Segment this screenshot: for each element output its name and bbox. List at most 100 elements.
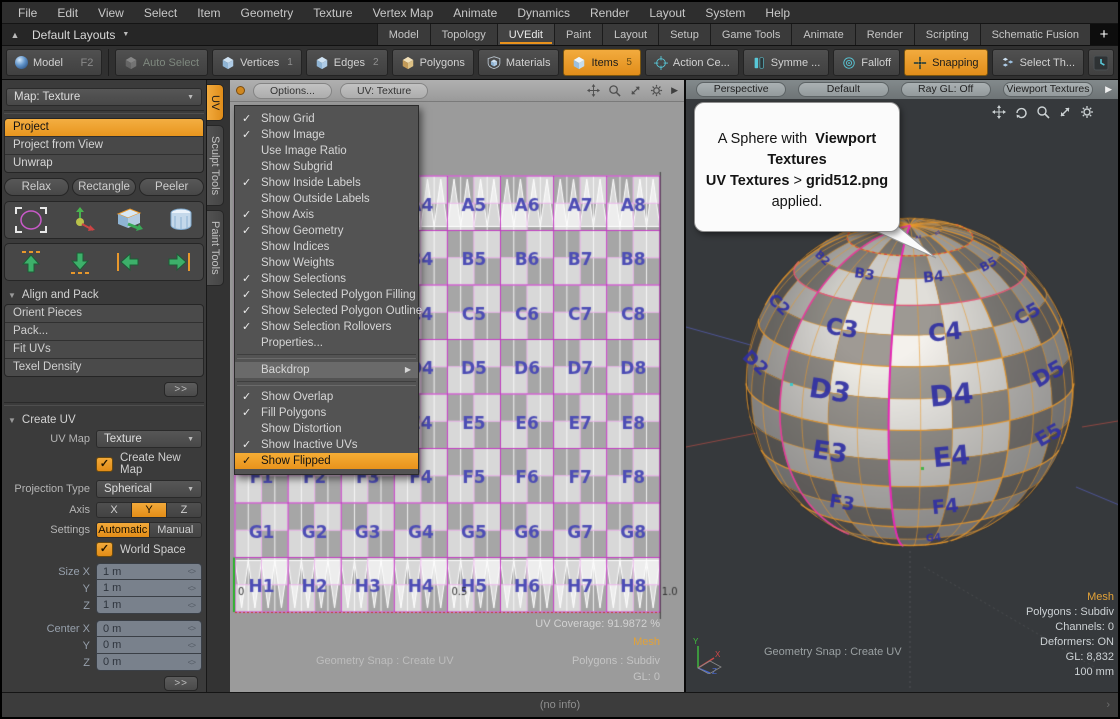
- center-field[interactable]: 0 m<>: [96, 654, 202, 671]
- layout-tab[interactable]: Render: [855, 24, 914, 45]
- collapse-layouts-icon[interactable]: ▲: [2, 30, 28, 40]
- spinner-icon[interactable]: <>: [188, 624, 195, 633]
- align-pack-command[interactable]: Fit UVs: [5, 341, 203, 359]
- context-menu-item[interactable]: ✓ Use Image Ratio ▶: [235, 143, 418, 159]
- header-chevron-icon[interactable]: ▶: [1105, 84, 1112, 95]
- uv-map-selector[interactable]: Texture▼: [96, 430, 202, 448]
- shading-style-button[interactable]: Default: [798, 82, 888, 97]
- menu-layout[interactable]: Layout: [639, 3, 695, 23]
- menu-select[interactable]: Select: [134, 3, 187, 23]
- edges-mode-button[interactable]: Edges2: [306, 49, 388, 76]
- menu-file[interactable]: File: [8, 3, 47, 23]
- layout-tab[interactable]: Animate: [791, 24, 854, 45]
- options-button[interactable]: Options...: [253, 83, 332, 99]
- menu-geometry[interactable]: Geometry: [231, 3, 304, 23]
- uv-map-button[interactable]: UV: Texture: [340, 83, 428, 99]
- maximize-icon[interactable]: [629, 84, 642, 97]
- context-menu-item[interactable]: ✓ Show Indices ▶: [235, 239, 418, 255]
- snapping-button[interactable]: Snapping: [904, 49, 988, 76]
- zoom-icon[interactable]: [1036, 105, 1050, 119]
- layout-tab[interactable]: Schematic Fusion: [980, 24, 1090, 45]
- menu-system[interactable]: System: [695, 3, 755, 23]
- spinner-icon[interactable]: <>: [188, 584, 195, 593]
- auto-select-button[interactable]: Auto Select: [115, 49, 208, 76]
- menu-item[interactable]: Item: [187, 3, 230, 23]
- vertices-mode-button[interactable]: Vertices1: [212, 49, 302, 76]
- context-menu-item[interactable]: ✓ Show Weights ▶: [235, 255, 418, 271]
- projection-type-selector[interactable]: Spherical▼: [96, 480, 202, 498]
- center-field[interactable]: 0 m<>: [96, 637, 202, 654]
- falloff-button[interactable]: Falloff: [833, 49, 900, 76]
- move-down-button[interactable]: [56, 247, 103, 277]
- layout-tab[interactable]: Layout: [602, 24, 658, 45]
- context-menu-item[interactable]: ✓ Fill Polygons ▶: [235, 405, 418, 421]
- menu-view[interactable]: View: [88, 3, 134, 23]
- menu-edit[interactable]: Edit: [47, 3, 88, 23]
- menu-texture[interactable]: Texture: [303, 3, 362, 23]
- tool-category-tab[interactable]: UV: [207, 84, 224, 121]
- uv-tool-button[interactable]: Rectangle: [72, 178, 137, 196]
- align-pack-section-header[interactable]: ▼ Align and Pack: [8, 289, 200, 301]
- action-center-button[interactable]: Action Ce...: [645, 49, 739, 76]
- zoom-icon[interactable]: [608, 84, 621, 97]
- context-menu-item[interactable]: ✓ Properties... ▶: [235, 335, 418, 351]
- context-menu-item[interactable]: ✓ ▶: [237, 354, 416, 359]
- view-type-button[interactable]: Perspective: [696, 82, 786, 97]
- move-left-button[interactable]: [105, 247, 152, 277]
- gear-icon[interactable]: [1080, 105, 1094, 119]
- rotate-icon[interactable]: [1014, 105, 1028, 119]
- spinner-icon[interactable]: <>: [188, 567, 195, 576]
- size-field[interactable]: 1 m<>: [96, 580, 202, 597]
- context-menu-item[interactable]: ✓ Show Selected Polygon Outline ▶: [235, 303, 418, 319]
- context-menu-item[interactable]: ✓ Show Selected Polygon Filling ▶: [235, 287, 418, 303]
- layout-tab[interactable]: Scripting: [914, 24, 980, 45]
- move-up-button[interactable]: [7, 247, 54, 277]
- status-scroll-icon[interactable]: ›: [1106, 699, 1110, 711]
- settings-option[interactable]: Manual: [150, 523, 202, 537]
- axis-option[interactable]: Z: [167, 503, 201, 517]
- menu-render[interactable]: Render: [580, 3, 639, 23]
- layout-tab[interactable]: Paint: [554, 24, 602, 45]
- spinner-icon[interactable]: <>: [188, 641, 195, 650]
- ray-gl-button[interactable]: Ray GL: Off: [901, 82, 991, 97]
- vertex-map-selector[interactable]: Map: Texture▼: [6, 88, 202, 106]
- symmetry-button[interactable]: Symme ...: [743, 49, 830, 76]
- cylinder-projection-tool[interactable]: [154, 205, 201, 235]
- move-right-button[interactable]: [154, 247, 201, 277]
- axis-option[interactable]: Y: [132, 503, 167, 517]
- align-pack-command[interactable]: Pack...: [5, 323, 203, 341]
- layout-tab[interactable]: UVEdit: [497, 24, 554, 45]
- pan-icon[interactable]: [992, 105, 1006, 119]
- menu-dynamics[interactable]: Dynamics: [507, 3, 580, 23]
- menu-animate[interactable]: Animate: [443, 3, 507, 23]
- box-projection-tool[interactable]: [105, 205, 152, 235]
- context-menu-item[interactable]: ✓ Show Inactive UVs ▶: [235, 437, 418, 453]
- center-field[interactable]: 0 m<>: [96, 620, 202, 637]
- axis-option[interactable]: X: [97, 503, 132, 517]
- context-menu-item[interactable]: ✓ ▶: [237, 381, 416, 386]
- context-menu-item[interactable]: ✓ Show Image ▶: [235, 127, 418, 143]
- projection-command[interactable]: Project: [5, 119, 203, 137]
- viewport-menu-dot-icon[interactable]: [236, 86, 245, 95]
- layout-tab[interactable]: Setup: [658, 24, 710, 45]
- world-space-checkbox[interactable]: ✓: [96, 542, 113, 557]
- tool-category-tab[interactable]: Sculpt Tools: [207, 125, 224, 206]
- context-menu-item[interactable]: ✓ Show Inside Labels ▶: [235, 175, 418, 191]
- default-layouts-menu[interactable]: Default Layouts: [28, 28, 119, 42]
- align-pack-command[interactable]: Orient Pieces: [5, 305, 203, 323]
- context-menu-item[interactable]: ✓ Show Geometry ▶: [235, 223, 418, 239]
- gear-icon[interactable]: [650, 84, 663, 97]
- menu-help[interactable]: Help: [755, 3, 800, 23]
- menu-vertex-map[interactable]: Vertex Map: [363, 3, 444, 23]
- size-field[interactable]: 1 m<>: [96, 597, 202, 614]
- context-menu-item[interactable]: ✓ Backdrop ▶: [235, 362, 418, 378]
- add-layout-tab-button[interactable]: +: [1090, 24, 1118, 45]
- settings-option[interactable]: Automatic: [97, 523, 150, 537]
- polygons-mode-button[interactable]: Polygons: [392, 49, 474, 76]
- viewport-textures-button[interactable]: Viewport Textures: [1003, 82, 1093, 97]
- more-options-button[interactable]: >>: [164, 382, 198, 397]
- layout-tab[interactable]: Topology: [430, 24, 497, 45]
- uv-tool-button[interactable]: Relax: [4, 178, 69, 196]
- context-menu-item[interactable]: ✓ Show Axis ▶: [235, 207, 418, 223]
- pan-icon[interactable]: [587, 84, 600, 97]
